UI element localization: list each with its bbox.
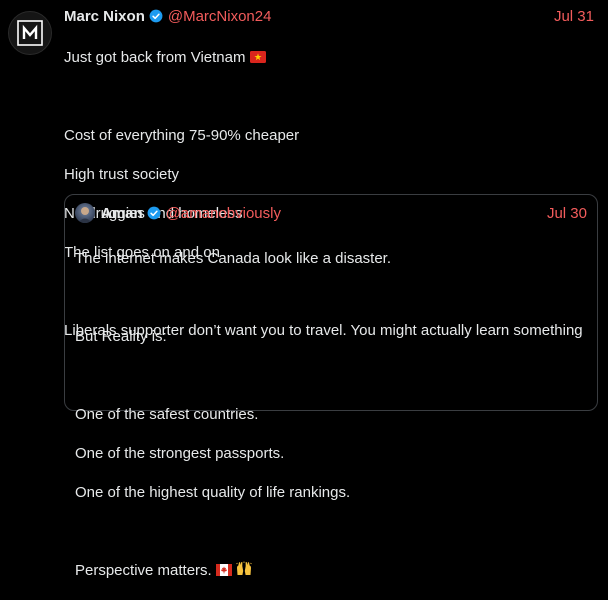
author-name[interactable]: Marc Nixon — [64, 8, 145, 25]
quoted-tweet-date[interactable]: Jul 30 — [547, 205, 587, 222]
quoted-author-handle[interactable]: @amanobviously — [166, 205, 281, 222]
tweet-line-4: High trust society — [64, 165, 180, 183]
quote-line-3: But Reality is: — [75, 327, 167, 345]
tweet-line-2 — [64, 87, 600, 107]
tweet-line-3: Cost of everything 75-90% cheaper — [64, 126, 300, 144]
tweet-header: Marc Nixon @MarcNixon24 Jul 31 — [64, 6, 594, 26]
person-silhouette-icon — [78, 207, 92, 223]
author-avatar[interactable] — [8, 11, 52, 55]
quote-line-9: Perspective matters. — [75, 561, 587, 581]
quote-line-5: One of the safest countries. — [75, 405, 259, 423]
quote-line-7: One of the highest quality of life ranki… — [75, 483, 351, 501]
quoted-tweet[interactable]: Aman @amanobviously Jul 30 The internet … — [64, 194, 598, 579]
avatar-logo-icon — [17, 20, 43, 46]
quote-line-8 — [75, 522, 587, 542]
quote-line-6: One of the strongest passports. — [75, 444, 285, 462]
quoted-tweet-text: The internet makes Canada look like a di… — [75, 229, 587, 600]
tweet[interactable]: Marc Nixon @MarcNixon24 Jul 31 Just got … — [0, 0, 608, 579]
quote-line-2 — [75, 288, 587, 308]
quoted-author-avatar[interactable] — [75, 203, 95, 223]
quoted-author-name[interactable]: Aman — [101, 205, 143, 222]
quoted-tweet-header: Aman @amanobviously Jul 30 — [75, 203, 587, 223]
raising-hands-icon — [236, 561, 252, 575]
tweet-line-1: Just got back from Vietnam — [64, 48, 600, 68]
author-handle[interactable]: @MarcNixon24 — [168, 8, 272, 25]
quote-line-4 — [75, 366, 587, 386]
verified-badge-icon — [149, 9, 163, 23]
verified-badge-icon — [147, 206, 161, 220]
canada-flag-icon — [215, 563, 232, 576]
vietnam-flag-icon — [249, 50, 266, 63]
quote-line-1: The internet makes Canada look like a di… — [75, 249, 392, 267]
tweet-date[interactable]: Jul 31 — [554, 8, 594, 25]
